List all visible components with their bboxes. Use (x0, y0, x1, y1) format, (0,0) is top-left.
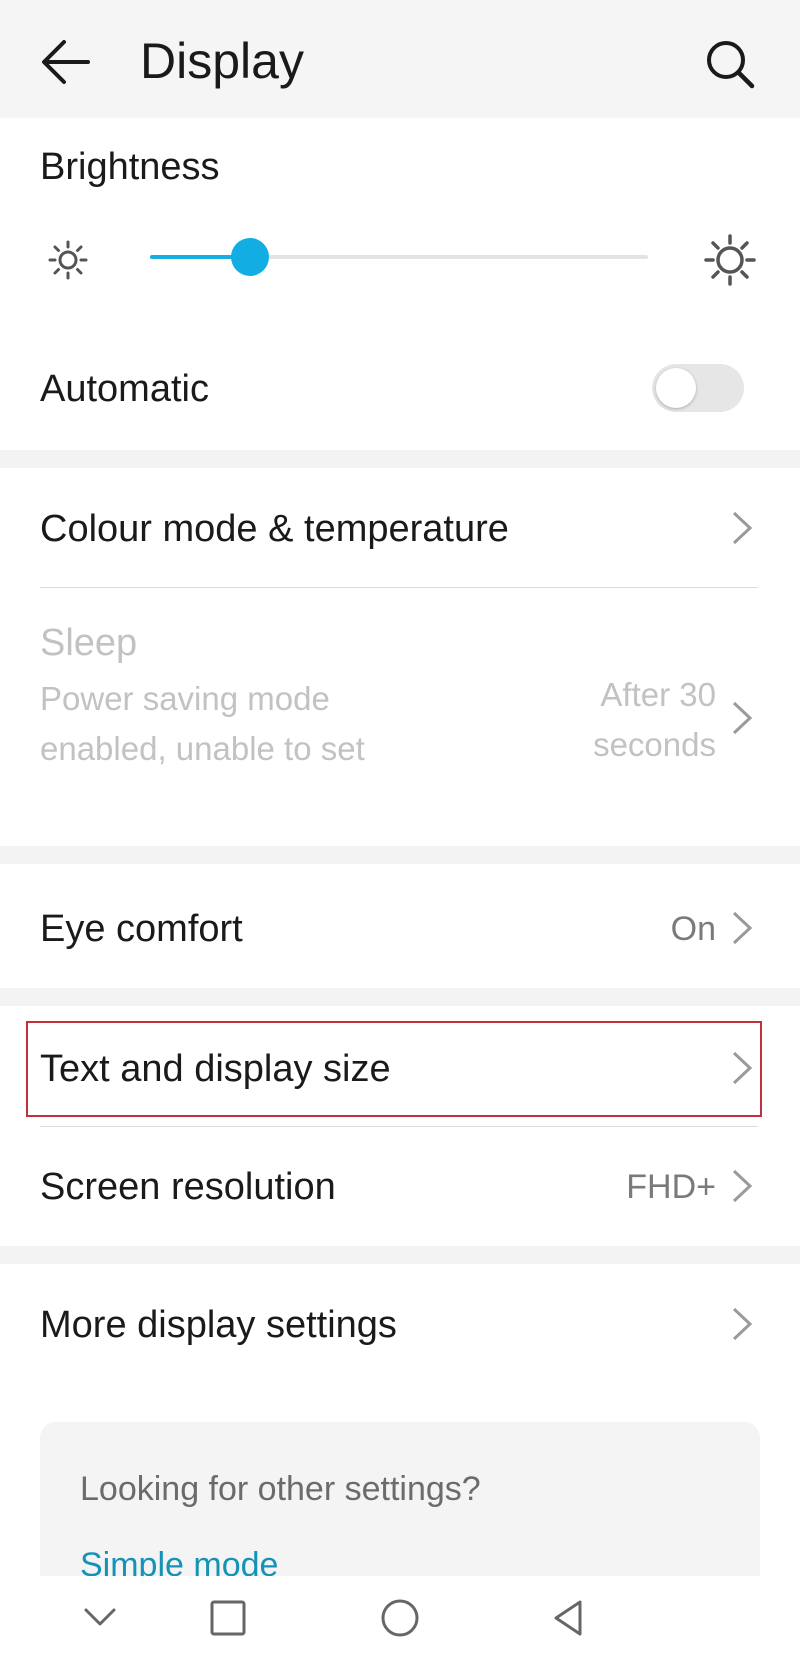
page-title: Display (140, 33, 304, 89)
search-icon[interactable] (704, 38, 756, 90)
divider (40, 587, 758, 588)
suggestion-question: Looking for other settings? (80, 1470, 481, 1508)
chevron-right-icon (732, 1307, 753, 1341)
colour-mode-title: Colour mode & temperature (40, 508, 509, 550)
arrow-left-icon[interactable] (40, 38, 92, 86)
circle-home-icon[interactable] (378, 1596, 422, 1640)
section-gap (0, 450, 800, 468)
sleep-subtitle: Power saving mode enabled, unable to set (40, 680, 365, 767)
highlight-box (26, 1021, 762, 1117)
chevron-right-icon (732, 701, 753, 735)
sun-large-icon (704, 234, 756, 286)
screen-resolution-title: Screen resolution (40, 1166, 336, 1208)
section-gap (0, 846, 800, 864)
sun-small-icon (48, 240, 88, 280)
app-bar: Display (0, 0, 800, 118)
chevron-down-icon[interactable] (78, 1596, 122, 1640)
chevron-right-icon (732, 1169, 753, 1203)
divider (40, 1126, 758, 1127)
eye-comfort-title: Eye comfort (40, 908, 243, 950)
brightness-label: Brightness (40, 146, 220, 188)
brightness-slider-thumb[interactable] (230, 238, 269, 276)
section-gap (0, 988, 800, 1006)
chevron-right-icon (732, 911, 753, 945)
automatic-label: Automatic (40, 368, 209, 410)
automatic-toggle[interactable] (652, 364, 744, 412)
toggle-knob (656, 368, 696, 408)
eye-comfort-value: On (670, 910, 716, 948)
triangle-back-icon[interactable] (546, 1596, 590, 1640)
more-display-settings-title: More display settings (40, 1304, 397, 1346)
chevron-right-icon (732, 511, 753, 545)
screen-resolution-value: FHD+ (626, 1168, 716, 1206)
sleep-title: Sleep (40, 622, 138, 664)
navigation-bar (0, 1576, 800, 1658)
section-gap (0, 1246, 800, 1264)
square-recents-icon[interactable] (206, 1596, 250, 1640)
sleep-value: After 30 seconds (593, 676, 716, 763)
brightness-slider[interactable] (150, 255, 648, 259)
